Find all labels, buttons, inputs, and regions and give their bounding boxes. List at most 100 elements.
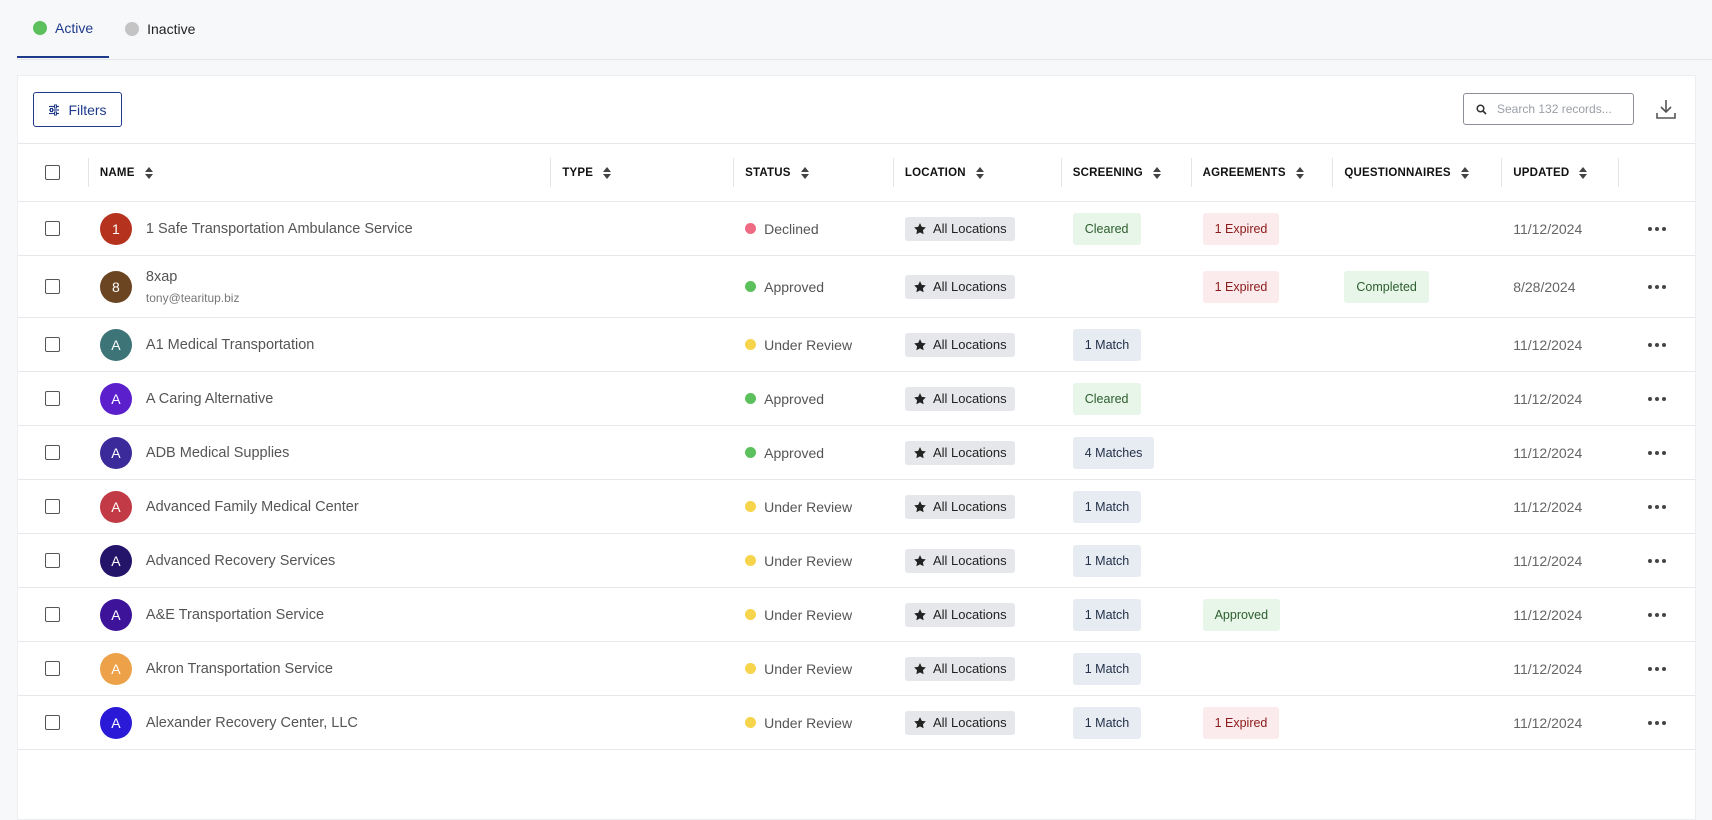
more-options-icon[interactable]	[1647, 504, 1666, 509]
status-tabs: Active Inactive	[17, 0, 211, 59]
sort-icon[interactable]	[603, 166, 612, 179]
column-header-status[interactable]: STATUS	[733, 144, 893, 201]
location-badge[interactable]: All Locations	[904, 710, 1015, 735]
sort-icon[interactable]	[1152, 166, 1161, 179]
vendor-name[interactable]: ADB Medical Supplies	[146, 445, 289, 461]
sort-icon[interactable]	[144, 166, 153, 179]
screening-badge[interactable]: 1 Match	[1072, 706, 1142, 739]
table-row[interactable]: A Akron Transportation Service Under Rev…	[18, 642, 1695, 696]
row-checkbox[interactable]	[45, 715, 61, 730]
more-options-icon[interactable]	[1647, 720, 1666, 725]
status-label: Under Review	[764, 714, 853, 731]
row-checkbox[interactable]	[45, 607, 61, 622]
screening-badge[interactable]: Cleared	[1072, 212, 1141, 245]
search-box[interactable]	[1463, 93, 1634, 125]
table-row[interactable]: A Advanced Family Medical Center Under R…	[18, 480, 1695, 534]
more-options-icon[interactable]	[1647, 450, 1666, 455]
column-header-screening[interactable]: SCREENING	[1060, 144, 1191, 201]
column-header-updated[interactable]: UPDATED	[1501, 144, 1618, 201]
agreements-badge[interactable]: 1 Expired	[1202, 270, 1280, 303]
more-options-icon[interactable]	[1647, 396, 1666, 401]
avatar: 8	[99, 270, 132, 303]
download-icon[interactable]	[1655, 98, 1677, 120]
more-options-icon[interactable]	[1647, 284, 1666, 289]
column-header-questionnaires[interactable]: QUESTIONNAIRES	[1332, 144, 1501, 201]
location-badge[interactable]: All Locations	[904, 548, 1015, 573]
screening-badge[interactable]: 1 Match	[1072, 598, 1142, 631]
table-row[interactable]: A A Caring Alternative Approved All Loca…	[18, 372, 1695, 426]
agreements-badge[interactable]: 1 Expired	[1202, 706, 1280, 739]
column-header-agreements[interactable]: AGREEMENTS	[1190, 144, 1333, 201]
row-checkbox[interactable]	[45, 337, 61, 352]
screening-cell: 1 Match	[1061, 696, 1191, 749]
screening-badge[interactable]: 1 Match	[1072, 490, 1142, 523]
table-row[interactable]: A Alexander Recovery Center, LLC Under R…	[18, 696, 1695, 750]
vendor-name[interactable]: Advanced Recovery Services	[146, 553, 335, 569]
table-row[interactable]: A A&E Transportation Service Under Revie…	[18, 588, 1695, 642]
location-badge[interactable]: All Locations	[904, 440, 1015, 465]
sort-icon[interactable]	[1460, 166, 1469, 179]
questionnaires-cell	[1332, 480, 1501, 533]
location-badge[interactable]: All Locations	[904, 386, 1015, 411]
location-badge[interactable]: All Locations	[904, 332, 1015, 357]
column-header-type[interactable]: TYPE	[550, 144, 733, 201]
table-row[interactable]: A A1 Medical Transportation Under Review…	[18, 318, 1695, 372]
updated-cell: 11/12/2024	[1513, 444, 1583, 461]
more-options-icon[interactable]	[1647, 612, 1666, 617]
sort-icon[interactable]	[1295, 166, 1304, 179]
sort-icon[interactable]	[1579, 166, 1588, 179]
row-checkbox[interactable]	[45, 391, 61, 406]
select-all-checkbox[interactable]	[45, 165, 61, 180]
location-badge[interactable]: All Locations	[904, 602, 1015, 627]
vendor-name[interactable]: 1 Safe Transportation Ambulance Service	[146, 221, 413, 237]
screening-badge[interactable]: 1 Match	[1072, 328, 1142, 361]
vendor-name[interactable]: A1 Medical Transportation	[146, 337, 314, 353]
more-options-icon[interactable]	[1647, 342, 1666, 347]
column-header-name[interactable]: NAME	[87, 144, 550, 201]
tab-active[interactable]: Active	[17, 0, 110, 58]
vendor-name[interactable]: A&E Transportation Service	[146, 607, 324, 623]
sort-icon[interactable]	[800, 166, 809, 179]
questionnaires-badge[interactable]: Completed	[1344, 270, 1429, 303]
name-wrap: 1 Safe Transportation Ambulance Service	[146, 221, 413, 237]
vendor-name[interactable]: A Caring Alternative	[146, 391, 273, 407]
agreements-badge[interactable]: Approved	[1202, 598, 1281, 631]
updated-cell: 11/12/2024	[1513, 220, 1583, 237]
screening-cell: 1 Match	[1061, 588, 1191, 641]
column-header-location[interactable]: LOCATION	[892, 144, 1061, 201]
vendor-name[interactable]: 8xap	[146, 269, 240, 285]
screening-badge[interactable]: 1 Match	[1072, 652, 1142, 685]
questionnaires-cell	[1332, 534, 1501, 587]
screening-badge[interactable]: Cleared	[1072, 382, 1141, 415]
location-badge[interactable]: All Locations	[904, 216, 1015, 241]
row-checkbox[interactable]	[45, 499, 61, 514]
row-checkbox[interactable]	[45, 279, 61, 294]
agreements-badge[interactable]: 1 Expired	[1202, 212, 1280, 245]
vendor-name[interactable]: Advanced Family Medical Center	[146, 499, 359, 515]
status-label: Declined	[764, 220, 819, 237]
screening-badge[interactable]: 1 Match	[1072, 544, 1142, 577]
search-input[interactable]	[1497, 102, 1627, 116]
tab-inactive[interactable]: Inactive	[109, 0, 211, 58]
more-options-icon[interactable]	[1647, 666, 1666, 671]
location-badge[interactable]: All Locations	[904, 656, 1015, 681]
table-row[interactable]: A Advanced Recovery Services Under Revie…	[18, 534, 1695, 588]
row-checkbox[interactable]	[45, 445, 61, 460]
updated-cell: 11/12/2024	[1513, 390, 1583, 407]
location-badge[interactable]: All Locations	[904, 494, 1015, 519]
row-checkbox[interactable]	[45, 661, 61, 676]
more-options-icon[interactable]	[1647, 226, 1666, 231]
row-checkbox[interactable]	[45, 553, 61, 568]
table-row[interactable]: 1 1 Safe Transportation Ambulance Servic…	[18, 202, 1695, 256]
row-checkbox[interactable]	[45, 221, 61, 236]
vendor-name[interactable]: Akron Transportation Service	[146, 661, 333, 677]
filters-button[interactable]: Filters	[33, 92, 122, 127]
more-options-icon[interactable]	[1647, 558, 1666, 563]
screening-badge[interactable]: 4 Matches	[1072, 436, 1155, 469]
sort-icon[interactable]	[975, 166, 984, 179]
status-cell: Approved	[733, 372, 893, 425]
table-row[interactable]: A ADB Medical Supplies Approved All Loca…	[18, 426, 1695, 480]
table-row[interactable]: 8 8xap tony@tearitup.biz Approved All Lo…	[18, 256, 1695, 318]
vendor-name[interactable]: Alexander Recovery Center, LLC	[146, 715, 358, 731]
location-badge[interactable]: All Locations	[904, 274, 1015, 299]
